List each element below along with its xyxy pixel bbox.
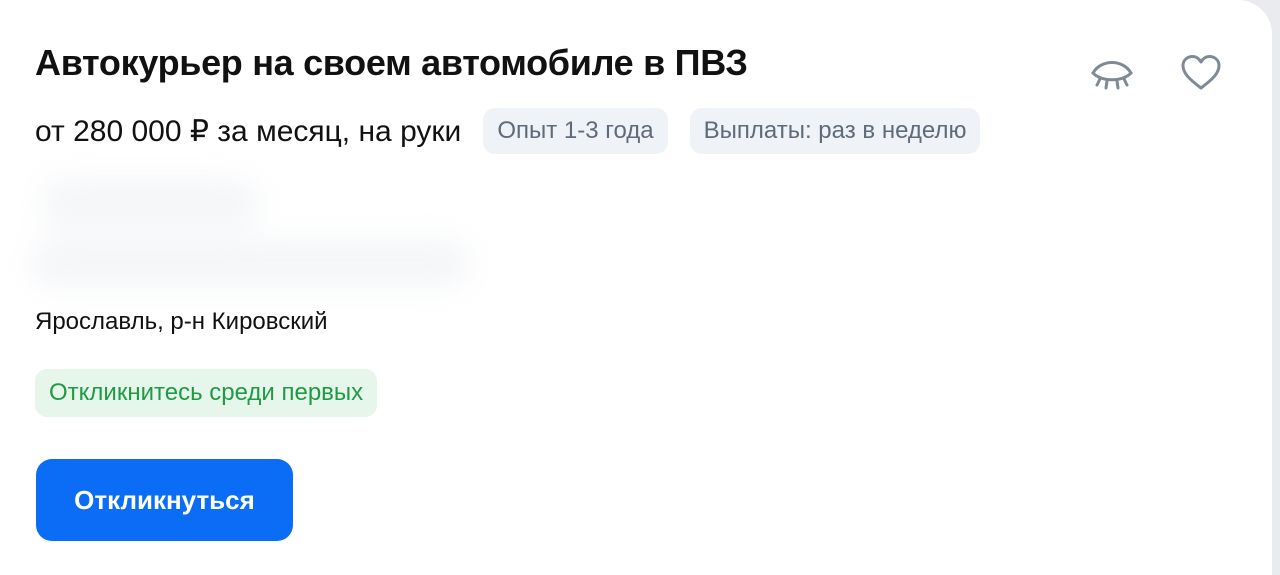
payments-tag: Выплаты: раз в неделю [689,108,981,154]
heart-icon [1181,55,1221,90]
blurred-line [40,178,260,228]
favorite-button[interactable] [1175,47,1227,99]
experience-tag: Опыт 1-3 года [483,108,668,154]
respond-button[interactable]: Откликнуться [36,459,293,541]
blurred-line [30,238,470,288]
respond-early-badge: Откликнитесь среди первых [35,369,378,417]
vacancy-card[interactable]: Автокурьер на своем автомобиле в ПВЗ от … [0,0,1272,575]
salary-text: от 280 000 ₽ за месяц, на руки [35,114,462,148]
vacancy-title[interactable]: Автокурьер на своем автомобиле в ПВЗ [35,42,748,84]
eye-closed-icon [1091,61,1133,90]
hide-vacancy-button[interactable] [1086,48,1138,100]
location-text: Ярославль, р-н Кировский [35,308,328,335]
salary-row: от 280 000 ₽ за месяц, на руки Опыт 1-3 … [35,108,981,154]
blurred-content [30,168,480,298]
